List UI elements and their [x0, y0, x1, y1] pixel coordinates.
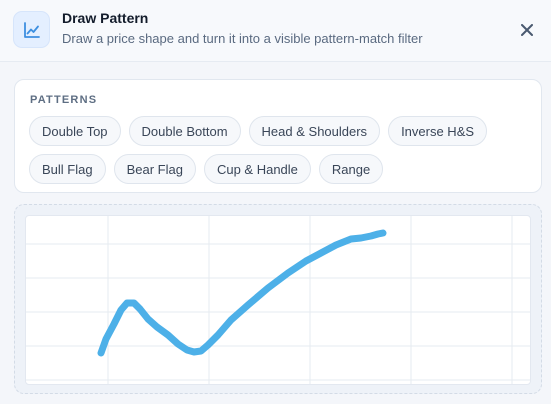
pattern-chip-cup-handle[interactable]: Cup & Handle — [203, 154, 311, 184]
draw-pattern-dialog: Draw Pattern Draw a price shape and turn… — [0, 0, 551, 404]
close-button[interactable] — [515, 18, 539, 42]
drawing-area — [14, 204, 542, 394]
patterns-panel: PATTERNS Double Top Double Bottom Head &… — [14, 79, 542, 193]
pattern-chip-list: Double Top Double Bottom Head & Shoulder… — [29, 116, 529, 184]
dialog-title: Draw Pattern — [62, 10, 149, 26]
pattern-chip-head-shoulders[interactable]: Head & Shoulders — [248, 116, 381, 146]
pattern-chip-double-bottom[interactable]: Double Bottom — [128, 116, 241, 146]
pattern-chip-range[interactable]: Range — [318, 154, 384, 184]
drawn-price-stroke — [97, 229, 387, 357]
drawing-svg — [26, 216, 530, 384]
drawing-canvas[interactable] — [25, 215, 531, 385]
dialog-subtitle: Draw a price shape and turn it into a vi… — [62, 31, 423, 46]
canvas-grid — [26, 216, 530, 384]
close-icon — [521, 24, 533, 36]
pattern-chip-bear-flag[interactable]: Bear Flag — [113, 154, 196, 184]
pattern-chip-inverse-hs[interactable]: Inverse H&S — [388, 116, 488, 146]
patterns-label: PATTERNS — [30, 94, 98, 106]
dialog-header: Draw Pattern Draw a price shape and turn… — [0, 0, 551, 62]
pattern-chip-double-top[interactable]: Double Top — [29, 116, 121, 146]
pattern-chip-bull-flag[interactable]: Bull Flag — [29, 154, 106, 184]
line-chart-icon — [13, 11, 50, 48]
